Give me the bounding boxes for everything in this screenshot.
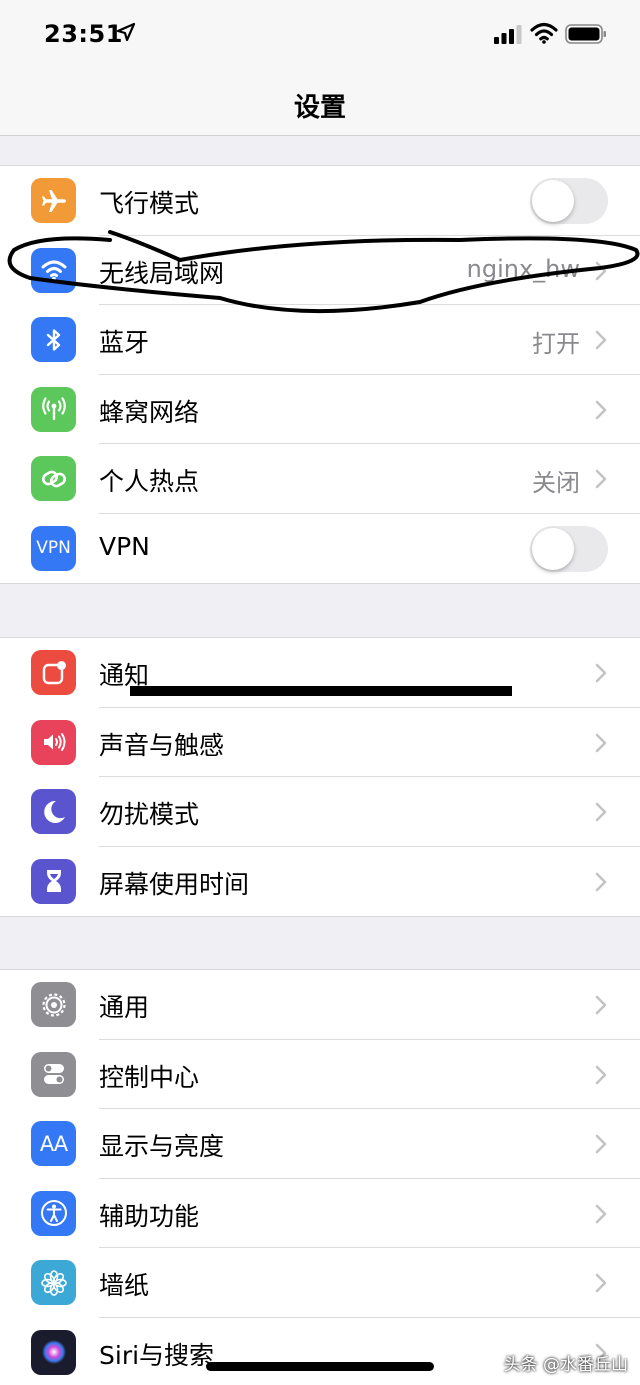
vpn-toggle[interactable] [530,525,608,572]
chevron-right-icon [595,400,607,419]
notifications-group: 通知 声音与触感 勿扰模式 屏幕使用时间 [0,637,640,917]
gear-icon [31,982,76,1027]
toggle-knob [532,180,574,222]
row-label: VPN [99,531,150,561]
notifications-icon [31,650,76,695]
settings-row-do-not-disturb[interactable]: 勿扰模式 [0,777,640,847]
chevron-right-icon [595,872,607,891]
switches-icon [31,1051,76,1097]
chevron-right-icon [595,1204,607,1223]
annotation-underline-notifications [130,686,512,696]
general-group: 通用 控制中心 AA 显示与亮度 辅助功能 墙纸 Siri与搜索 [0,969,640,1385]
settings-row-accessibility[interactable]: 辅助功能 [0,1179,640,1248]
settings-row-general[interactable]: 通用 [0,970,640,1040]
toggle-knob [532,527,574,570]
settings-row-wallpaper[interactable]: 墙纸 [0,1248,640,1318]
airplane-icon [31,178,76,223]
siri-icon [31,1329,76,1375]
cellular-icon [31,386,76,432]
home-indicator[interactable] [206,1362,434,1371]
chevron-right-icon [595,1065,607,1084]
text-size-icon: AA [31,1121,76,1166]
hourglass-icon [31,858,76,904]
row-label: 蜂窝网络 [99,397,200,427]
bluetooth-icon [31,317,76,362]
settings-row-control-center[interactable]: 控制中心 [0,1040,640,1109]
vpn-icon: VPN [31,525,76,571]
accessibility-icon [31,1190,76,1236]
row-label: 墙纸 [99,1271,150,1300]
hotspot-icon [31,456,76,501]
navigation-bar: 设置 [0,70,640,136]
page-title: 设置 [293,93,346,123]
row-label: 无线局域网 [99,258,225,288]
chevron-right-icon [595,261,607,280]
row-label: 辅助功能 [99,1201,200,1231]
row-label: 屏幕使用时间 [99,869,250,899]
chevron-right-icon [595,802,607,822]
speaker-icon [31,719,76,765]
settings-row-notifications[interactable]: 通知 [0,638,640,708]
chevron-right-icon [595,330,607,350]
settings-row-wlan[interactable]: 无线局域网 nginx_hw [0,236,640,305]
chevron-right-icon [595,995,607,1015]
settings-row-personal-hotspot[interactable]: 个人热点 关闭 [0,444,640,514]
wifi-status-icon [530,22,558,44]
row-label: 飞行模式 [99,189,200,218]
row-label: 蓝牙 [99,328,150,357]
status-time: 23:51 [44,20,123,48]
cellular-signal-icon [494,25,522,44]
row-label: 通用 [99,993,150,1022]
vpn-icon-text: VPN [36,538,71,558]
row-label: 勿扰模式 [99,800,200,829]
row-label: 声音与触感 [99,730,225,760]
chevron-right-icon [595,663,607,683]
row-label: Siri与搜索 [99,1340,215,1370]
airplane-mode-toggle[interactable] [530,178,608,224]
connectivity-group: 飞行模式 无线局域网 nginx_hw 蓝牙 打开 蜂窝网络 个人热点 关闭 V… [0,165,640,584]
settings-row-bluetooth[interactable]: 蓝牙 打开 [0,305,640,375]
chevron-right-icon [595,733,607,752]
wlan-network-name: nginx_hw [466,254,580,283]
settings-row-vpn[interactable]: VPN VPN [0,514,640,584]
chevron-right-icon [595,1273,607,1293]
watermark: 头条 @水番丘山 [503,1355,628,1375]
settings-row-airplane-mode[interactable]: 飞行模式 [0,166,640,236]
row-label: 个人热点 [99,467,200,496]
chevron-right-icon [595,1134,607,1154]
hotspot-status: 关闭 [532,469,580,497]
status-bar: 23:51 [0,0,640,70]
row-label: 控制中心 [99,1062,200,1092]
row-label: 显示与亮度 [99,1132,225,1161]
settings-row-display-brightness[interactable]: AA 显示与亮度 [0,1109,640,1179]
battery-icon [565,24,606,44]
location-arrow-icon [116,22,136,42]
settings-row-cellular[interactable]: 蜂窝网络 [0,375,640,444]
moon-icon [31,789,76,834]
text-size-icon-text: AA [39,1131,68,1156]
bluetooth-status: 打开 [532,330,580,358]
wifi-icon [31,247,76,293]
wallpaper-flower-icon [31,1260,76,1305]
settings-row-sounds-haptics[interactable]: 声音与触感 [0,708,640,777]
chevron-right-icon [595,469,607,489]
settings-row-screen-time[interactable]: 屏幕使用时间 [0,847,640,917]
